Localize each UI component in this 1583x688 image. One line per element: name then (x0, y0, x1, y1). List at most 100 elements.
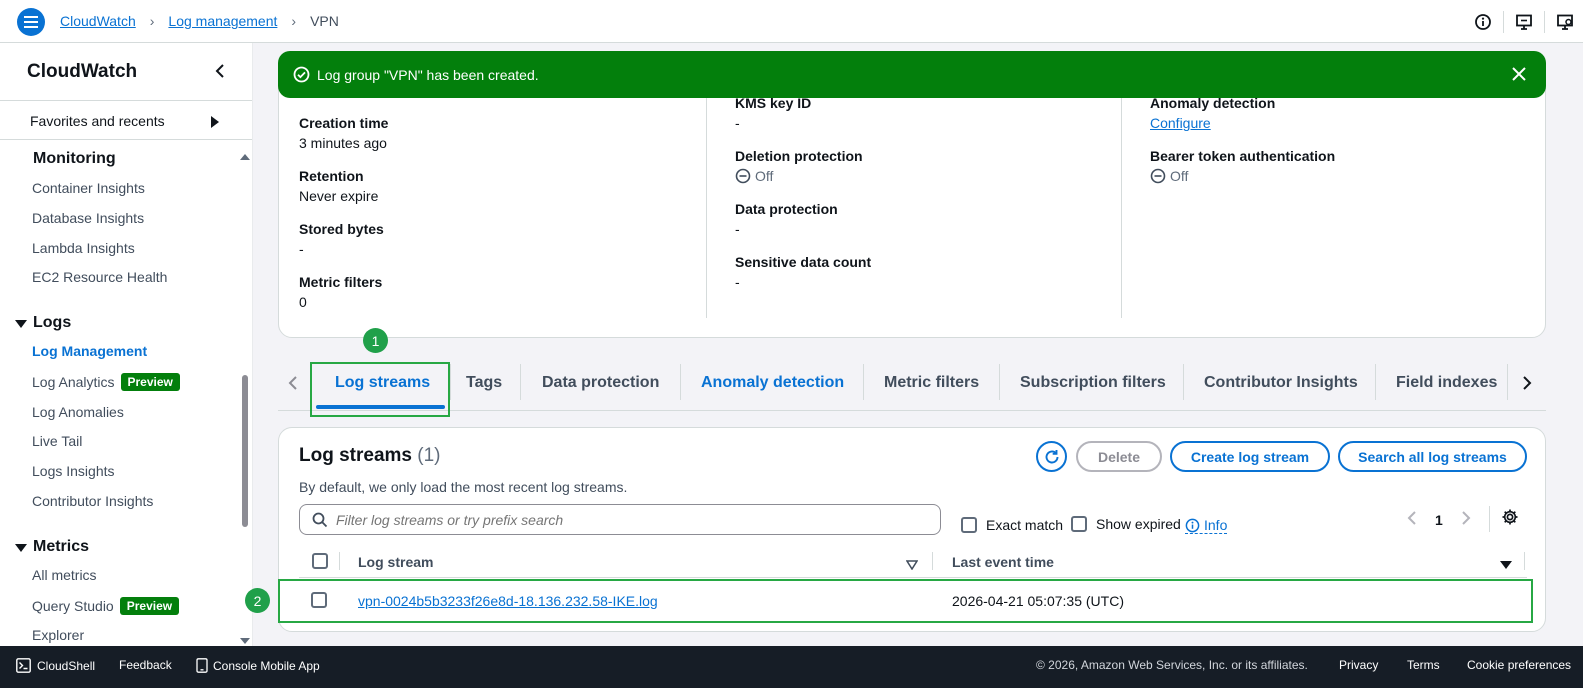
sidebar-item-database-insights[interactable]: Database Insights (32, 210, 144, 226)
detail-deletion-protection: Deletion protection Off (735, 148, 871, 184)
feedback-link[interactable]: Feedback (119, 658, 172, 672)
sidebar-item-container-insights[interactable]: Container Insights (32, 180, 145, 196)
step-badge: 1 (363, 328, 388, 353)
sort-icon[interactable] (905, 557, 919, 573)
sidebar-item-log-analytics[interactable]: Log Analytics Preview (32, 373, 180, 391)
sidebar-item-query-studio[interactable]: Query Studio Preview (32, 597, 180, 615)
search-all-log-streams-button[interactable]: Search all log streams (1338, 441, 1527, 472)
sidebar-section-logs[interactable]: Logs (33, 314, 71, 332)
chevron-left-icon[interactable] (1407, 510, 1417, 529)
breadcrumb-log-management[interactable]: Log management (168, 13, 277, 29)
create-log-stream-button[interactable]: Create log stream (1170, 441, 1330, 472)
sidebar-item-log-anomalies[interactable]: Log Anomalies (32, 404, 124, 420)
scroll-up-icon[interactable] (240, 148, 250, 164)
sidebar-item-all-metrics[interactable]: All metrics (32, 567, 97, 583)
configure-link[interactable]: Configure (1150, 115, 1211, 131)
filter-input[interactable] (336, 511, 926, 528)
sidebar-item-explorer[interactable]: Explorer (32, 627, 84, 643)
sidebar-item-log-management[interactable]: Log Management (32, 343, 147, 359)
sidebar-item-lambda-insights[interactable]: Lambda Insights (32, 240, 135, 256)
detail-value: - (735, 115, 740, 131)
sort-descending-icon[interactable] (1500, 557, 1512, 573)
detail-data-protection: Data protection - (735, 201, 871, 237)
cloudshell-button[interactable]: CloudShell (16, 658, 95, 673)
sidebar-title: CloudWatch (27, 61, 138, 82)
detail-anomaly-detection: Anomaly detection Configure (1150, 95, 1335, 131)
info-icon[interactable] (1465, 10, 1501, 34)
chevron-left-icon[interactable] (214, 63, 226, 82)
refresh-icon (1045, 449, 1058, 463)
check-circle-icon (293, 66, 310, 86)
sidebar-item-contributor-insights[interactable]: Contributor Insights (32, 493, 153, 509)
panel-title-text: Log streams (299, 445, 412, 466)
row-checkbox[interactable] (311, 592, 327, 608)
option-label: Exact match (986, 517, 1064, 533)
tab-tags[interactable]: Tags (466, 374, 502, 392)
divider (680, 364, 681, 400)
info-link[interactable]: Info (1185, 517, 1228, 534)
tab-data-protection[interactable]: Data protection (542, 374, 659, 392)
caret-down-icon[interactable] (15, 316, 27, 332)
show-expired-option[interactable]: Show expired (1071, 516, 1181, 532)
success-flash: Log group "VPN" has been created. (278, 51, 1546, 98)
chevron-right-icon[interactable] (1522, 375, 1532, 394)
tab-subscription-filters[interactable]: Subscription filters (1020, 374, 1166, 392)
terms-link[interactable]: Terms (1407, 658, 1440, 672)
pagination: 1 (1407, 510, 1471, 529)
panel-count: (1) (417, 445, 441, 466)
sidebar-favorites[interactable]: Favorites and recents (30, 113, 165, 129)
breadcrumb-cloudwatch[interactable]: CloudWatch (60, 13, 136, 29)
step-badge: 2 (245, 588, 270, 613)
tab-contributor-insights[interactable]: Contributor Insights (1204, 374, 1358, 392)
divider (932, 552, 933, 570)
display-settings-icon[interactable] (1547, 10, 1583, 34)
column-header-log-stream[interactable]: Log stream (358, 554, 433, 570)
caret-down-icon[interactable] (15, 540, 27, 556)
status-text: Off (1170, 168, 1189, 184)
sidebar-section-metrics[interactable]: Metrics (33, 538, 89, 556)
refresh-button[interactable] (1036, 441, 1067, 472)
tab-anomaly-detection[interactable]: Anomaly detection (701, 374, 844, 392)
page-number[interactable]: 1 (1435, 512, 1443, 528)
feedback-screen-icon[interactable] (1506, 10, 1542, 34)
console-mobile-app-link[interactable]: Console Mobile App (196, 658, 320, 673)
divider (1489, 506, 1490, 532)
chevron-right-icon[interactable] (1461, 510, 1471, 529)
tab-metric-filters[interactable]: Metric filters (884, 374, 979, 392)
sidebar-item-live-tail[interactable]: Live Tail (32, 433, 82, 449)
divider (520, 364, 521, 400)
menu-icon[interactable] (17, 8, 45, 36)
divider (450, 364, 451, 400)
option-label: Show expired (1096, 516, 1181, 532)
sidebar-item-ec2-resource-health[interactable]: EC2 Resource Health (32, 269, 167, 285)
divider (706, 96, 707, 318)
detail-creation-time: Creation time 3 minutes ago (299, 115, 388, 151)
detail-kms-key-id: KMS key ID - (735, 95, 871, 131)
exact-match-option[interactable]: Exact match (961, 517, 1063, 533)
exact-match-checkbox[interactable] (961, 517, 977, 533)
sidebar-scrollbar[interactable] (242, 375, 248, 527)
sidebar-item-logs-insights[interactable]: Logs Insights (32, 463, 115, 479)
detail-stored-bytes: Stored bytes - (299, 221, 388, 257)
sidebar: CloudWatch Favorites and recents Monitor… (0, 43, 253, 646)
preview-badge: Preview (120, 373, 180, 391)
detail-value: Off (1150, 168, 1335, 184)
caret-right-icon[interactable] (210, 115, 220, 131)
column-header-last-event-time[interactable]: Last event time (952, 554, 1054, 570)
close-icon[interactable] (1511, 66, 1527, 85)
footer-label: Console Mobile App (213, 658, 320, 673)
filter-search-box (299, 504, 941, 535)
gear-icon[interactable] (1501, 508, 1519, 529)
tab-field-indexes[interactable]: Field indexes (1396, 374, 1497, 392)
select-all-checkbox[interactable] (312, 553, 328, 569)
chevron-left-icon[interactable] (288, 375, 298, 394)
privacy-link[interactable]: Privacy (1339, 658, 1378, 672)
delete-button[interactable]: Delete (1076, 441, 1162, 472)
detail-sensitive-data-count: Sensitive data count - (735, 254, 871, 290)
log-stream-link[interactable]: vpn-0024b5b3233f26e8d-18.136.232.58-IKE.… (358, 593, 658, 609)
show-expired-checkbox[interactable] (1071, 516, 1087, 532)
cookie-preferences-link[interactable]: Cookie preferences (1467, 658, 1571, 672)
detail-label: Stored bytes (299, 221, 384, 237)
scroll-down-icon[interactable] (240, 632, 250, 646)
divider (999, 364, 1000, 400)
